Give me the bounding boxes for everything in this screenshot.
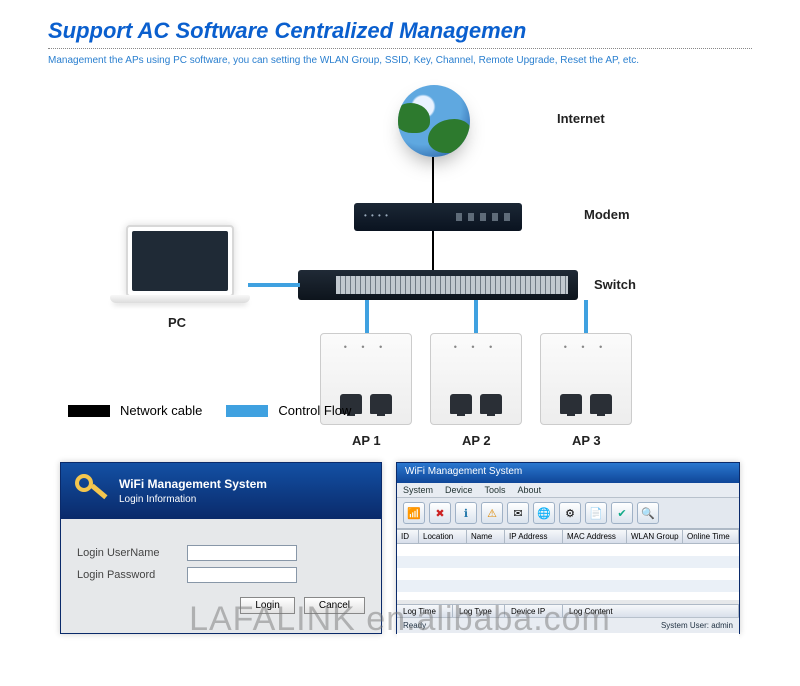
mgmt-titlebar: WiFi Management System bbox=[397, 463, 739, 483]
legend: Network cable Control Flow bbox=[68, 403, 351, 418]
ctrl-ap3 bbox=[584, 300, 588, 333]
login-header: WiFi Management System Login Information bbox=[61, 463, 381, 519]
internet-globe-icon bbox=[398, 85, 470, 157]
login-window: WiFi Management System Login Information… bbox=[60, 462, 382, 634]
cable-internet-modem bbox=[432, 157, 434, 203]
tb-wifi-icon[interactable]: 📶 bbox=[403, 502, 425, 524]
login-title: WiFi Management System bbox=[119, 477, 267, 491]
label-modem: Modem bbox=[584, 207, 630, 222]
tb-close-icon[interactable]: ✖ bbox=[429, 502, 451, 524]
menu-about[interactable]: About bbox=[518, 485, 542, 495]
status-ready: Ready bbox=[403, 621, 426, 630]
management-window: WiFi Management System System Device Too… bbox=[396, 462, 740, 634]
login-button[interactable]: Login bbox=[240, 597, 294, 614]
mgmt-toolbar: 📶 ✖ ℹ ⚠ ✉ 🌐 ⚙ 📄 ✔ 🔍 bbox=[397, 498, 739, 529]
control-pc-switch-h bbox=[248, 283, 300, 287]
legend-swatch-black bbox=[68, 405, 110, 417]
login-subtitle: Login Information bbox=[119, 494, 267, 505]
status-user: System User: admin bbox=[661, 621, 733, 630]
tb-doc-icon[interactable]: 📄 bbox=[585, 502, 607, 524]
mgmt-menu: System Device Tools About bbox=[397, 483, 739, 498]
menu-tools[interactable]: Tools bbox=[485, 485, 506, 495]
legend-network-cable: Network cable bbox=[120, 403, 202, 418]
legend-control-flow: Control Flow bbox=[278, 403, 351, 418]
mgmt-statusbar: Ready System User: admin bbox=[397, 617, 739, 633]
login-password-label: Login Password bbox=[77, 569, 187, 581]
tb-check-icon[interactable]: ✔ bbox=[611, 502, 633, 524]
ap2-device: • • • bbox=[430, 333, 522, 425]
ctrl-ap2 bbox=[474, 300, 478, 333]
tb-warn-icon[interactable]: ⚠ bbox=[481, 502, 503, 524]
modem-device: • • • • bbox=[354, 203, 522, 231]
page-subtitle: Management the APs using PC software, yo… bbox=[0, 49, 800, 66]
cancel-button[interactable]: Cancel bbox=[304, 597, 365, 614]
device-table-header: ID Location Name IP Address MAC Address … bbox=[397, 529, 739, 544]
tb-globe-icon[interactable]: 🌐 bbox=[533, 502, 555, 524]
cable-modem-switch bbox=[432, 231, 434, 270]
ctrl-ap1 bbox=[365, 300, 369, 333]
ap3-device: • • • bbox=[540, 333, 632, 425]
tb-info-icon[interactable]: ℹ bbox=[455, 502, 477, 524]
label-ap1: AP 1 bbox=[352, 433, 381, 448]
label-ap3: AP 3 bbox=[572, 433, 601, 448]
page-title: Support AC Software Centralized Manageme… bbox=[0, 0, 800, 44]
label-pc: PC bbox=[168, 315, 186, 330]
legend-swatch-blue bbox=[226, 405, 268, 417]
tb-search-icon[interactable]: 🔍 bbox=[637, 502, 659, 524]
tb-gear-icon[interactable]: ⚙ bbox=[559, 502, 581, 524]
label-ap2: AP 2 bbox=[462, 433, 491, 448]
key-icon bbox=[75, 474, 109, 508]
label-switch: Switch bbox=[594, 277, 636, 292]
tb-mail-icon[interactable]: ✉ bbox=[507, 502, 529, 524]
network-diagram: Internet • • • • Modem Switch PC • • • •… bbox=[0, 85, 800, 460]
menu-device[interactable]: Device bbox=[445, 485, 473, 495]
login-password-input[interactable] bbox=[187, 567, 297, 583]
device-table-body bbox=[397, 544, 739, 600]
menu-system[interactable]: System bbox=[403, 485, 433, 495]
login-username-label: Login UserName bbox=[77, 547, 187, 559]
pc-laptop bbox=[110, 225, 250, 303]
login-username-input[interactable] bbox=[187, 545, 297, 561]
label-internet: Internet bbox=[557, 111, 605, 126]
switch-device bbox=[298, 270, 578, 300]
